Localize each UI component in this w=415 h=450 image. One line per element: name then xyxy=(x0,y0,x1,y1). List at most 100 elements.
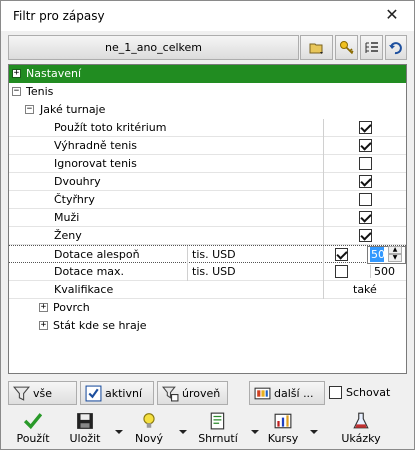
prop-label: Čtyřhry xyxy=(54,193,95,206)
collapse-icon[interactable]: − xyxy=(12,87,21,96)
grid-icon xyxy=(254,387,271,399)
node-tenis[interactable]: − Tenis xyxy=(9,83,406,101)
kvalifikace-value[interactable]: také xyxy=(353,283,377,296)
prop-label: Muži xyxy=(54,211,80,224)
level-label: úroveň xyxy=(182,386,221,400)
node-povrch-label: Povrch xyxy=(53,301,90,314)
odds-chart-icon xyxy=(274,413,292,429)
column-divider xyxy=(323,246,324,264)
save-button[interactable]: Uložit xyxy=(65,412,105,448)
prop-checkbox[interactable] xyxy=(359,175,372,188)
column-divider xyxy=(323,209,324,227)
prop-label: Ignorovat tenis xyxy=(54,157,137,170)
action-bar: Použít Uložit Nový Shrnutí Kursy Ukázky xyxy=(1,411,414,449)
section-nastaveni-label: Nastavení xyxy=(26,67,82,80)
summary-label: Shrnutí xyxy=(198,432,238,445)
odds-button[interactable]: Kursy xyxy=(265,412,301,448)
new-label: Nový xyxy=(135,432,163,445)
prop-row: Ženy xyxy=(9,227,406,245)
close-icon[interactable]: ✕ xyxy=(382,5,402,25)
examples-flask-icon xyxy=(353,412,369,429)
column-divider xyxy=(323,155,324,173)
show-all-label: vše xyxy=(33,386,53,400)
dotace-alespon-value[interactable]: 50 xyxy=(370,247,385,262)
apply-button[interactable]: Použít xyxy=(11,412,55,448)
column-divider xyxy=(323,227,324,245)
title-bar: Filtr pro zápasy ✕ xyxy=(1,1,414,31)
schovat-checkbox[interactable] xyxy=(329,386,342,399)
prop-checkbox[interactable] xyxy=(359,157,372,170)
profile-name-button[interactable]: ne_1_ano_celkem xyxy=(8,35,299,60)
funnel-icon xyxy=(13,386,30,401)
prop-checkbox[interactable] xyxy=(359,193,372,206)
profile-toolbar: ne_1_ano_celkem xyxy=(8,35,407,62)
node-jake-turnaje[interactable]: − Jaké turnaje xyxy=(9,101,406,119)
dotace-alespon-checkbox[interactable] xyxy=(335,248,348,261)
key-icon xyxy=(339,40,354,54)
prop-label: Dvouhry xyxy=(54,175,101,188)
node-tenis-label: Tenis xyxy=(26,85,54,98)
column-divider xyxy=(323,191,324,209)
apply-label: Použít xyxy=(16,432,50,445)
expand-icon[interactable]: + xyxy=(39,321,48,330)
node-stat[interactable]: + Stát kde se hraje xyxy=(9,317,406,335)
key-button[interactable] xyxy=(335,35,358,60)
prop-checkbox[interactable] xyxy=(359,229,372,242)
floppy-disk-icon xyxy=(77,413,93,429)
node-stat-label: Stát kde se hraje xyxy=(53,319,147,332)
dotace-max-checkbox[interactable] xyxy=(335,265,348,278)
save-dropdown-arrow-icon[interactable] xyxy=(115,430,123,434)
expand-icon[interactable]: + xyxy=(12,69,21,78)
new-dropdown-arrow-icon[interactable] xyxy=(179,430,187,434)
prop-checkbox[interactable] xyxy=(359,211,372,224)
folder-dropdown-icon xyxy=(309,43,323,54)
prop-row: Ignorovat tenis xyxy=(9,155,406,173)
prop-row-dotace-max: Dotace max. tis. USD 500 xyxy=(9,263,406,281)
window-title: Filtr pro zápasy xyxy=(13,9,105,23)
node-povrch[interactable]: + Povrch xyxy=(9,299,406,317)
section-nastaveni[interactable]: + Nastavení xyxy=(9,65,406,83)
prop-row: Výhradně tenis xyxy=(9,137,406,155)
prop-row: Dvouhry xyxy=(9,173,406,191)
prop-row-kvalifikace: Kvalifikace také xyxy=(9,281,406,299)
summary-button[interactable]: Shrnutí xyxy=(193,412,243,448)
spin-arrows[interactable]: ▲ ▼ xyxy=(388,246,404,262)
summary-dropdown-arrow-icon[interactable] xyxy=(251,430,259,434)
column-divider xyxy=(323,119,324,137)
prop-label: Dotace alespoň xyxy=(54,248,140,261)
dotace-max-value[interactable]: 500 xyxy=(370,265,395,278)
list-tree-button[interactable] xyxy=(360,35,383,60)
prop-label: Dotace max. xyxy=(54,265,125,278)
more-button[interactable]: další ... xyxy=(249,381,325,405)
prop-checkbox[interactable] xyxy=(359,139,372,152)
column-divider xyxy=(323,173,324,191)
new-button[interactable]: Nový xyxy=(131,412,167,448)
show-active-button[interactable]: aktivní xyxy=(80,381,154,405)
spin-up-icon[interactable]: ▲ xyxy=(388,246,402,254)
show-all-button[interactable]: vše xyxy=(8,381,77,405)
lightbulb-icon xyxy=(143,413,155,428)
funnel-level-icon xyxy=(162,386,179,401)
unit-label: tis. USD xyxy=(192,265,236,278)
undo-button[interactable] xyxy=(385,35,407,60)
undo-arrow-icon xyxy=(389,41,402,54)
prop-label: Ženy xyxy=(54,229,82,242)
prop-row-dotace-alespon: Dotace alespoň tis. USD 50 ▲ ▼ xyxy=(9,245,406,264)
prop-label: Výhradně tenis xyxy=(54,139,138,152)
column-divider xyxy=(187,263,188,281)
odds-dropdown-arrow-icon[interactable] xyxy=(310,430,318,434)
prop-label: Kvalifikace xyxy=(54,283,114,296)
prop-row: Čtyřhry xyxy=(9,191,406,209)
list-tree-icon xyxy=(365,41,378,53)
collapse-icon[interactable]: − xyxy=(25,105,34,114)
folder-dropdown-button[interactable] xyxy=(300,35,333,60)
spin-down-icon[interactable]: ▼ xyxy=(388,254,402,262)
filter-tree: + Nastavení − Tenis − Jaké turnaje Použí… xyxy=(8,64,407,374)
prop-checkbox[interactable] xyxy=(359,121,372,134)
examples-button[interactable]: Ukázky xyxy=(338,412,384,448)
prop-label: Použít toto kritérium xyxy=(54,121,167,134)
expand-icon[interactable]: + xyxy=(39,303,48,312)
level-button[interactable]: úroveň xyxy=(157,381,228,405)
prop-row: Muži xyxy=(9,209,406,227)
column-divider xyxy=(323,137,324,155)
